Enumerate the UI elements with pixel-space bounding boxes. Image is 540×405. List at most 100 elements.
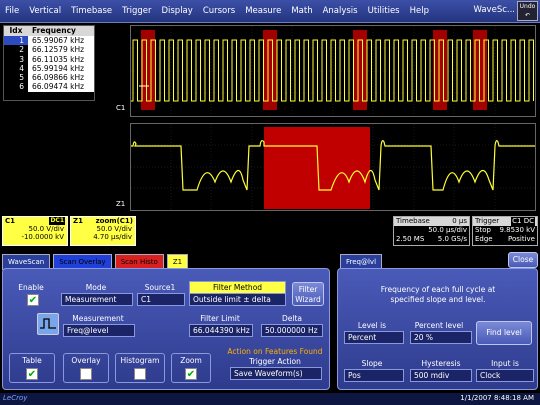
- percent-level-field[interactable]: 20 %: [410, 331, 472, 344]
- row-idx: 4: [4, 63, 28, 74]
- overlay-checkbox[interactable]: [80, 368, 92, 380]
- z1-tdiv: 4.70 µs/div: [93, 233, 132, 241]
- row-frequency: 66.09866 kHz: [28, 73, 94, 83]
- row-idx: 2: [4, 45, 28, 55]
- menu-math[interactable]: Math: [286, 6, 317, 16]
- undo-button[interactable]: Undo ↶: [517, 1, 538, 21]
- slope-field[interactable]: Pos: [344, 369, 404, 382]
- wavescan-panel: Enable ✔ Mode Measurement Source1 C1 Fil…: [2, 268, 330, 390]
- trigger-title: Trigger: [475, 217, 500, 225]
- row-frequency: 66.09474 kHz: [28, 82, 94, 92]
- table-row[interactable]: 4 65.99194 kHz: [4, 63, 94, 74]
- z1-waveform: [131, 124, 535, 210]
- header-frequency: Frequency: [32, 26, 76, 35]
- timebase-box[interactable]: Timebase 0 µs 50.0 µs/div 2.50 MS 5.0 GS/s: [393, 216, 470, 246]
- slope-label: Slope: [361, 359, 383, 368]
- z1-descriptor-box[interactable]: Z1 zoom(C1) 50.0 V/div 4.70 µs/div: [70, 216, 136, 246]
- measurement-label: Measurement: [72, 314, 124, 323]
- find-level-button[interactable]: Find level: [476, 321, 532, 345]
- app-mode-label[interactable]: WaveSc...: [473, 5, 515, 15]
- timebase-delay: 0 µs: [452, 217, 467, 225]
- z1-waveform-grid[interactable]: [130, 123, 536, 211]
- menu-bar: File Vertical Timebase Trigger Display C…: [0, 0, 540, 23]
- enable-label: Enable: [18, 283, 44, 292]
- trigger-type: Edge: [475, 235, 493, 243]
- highlight-region: [433, 30, 447, 110]
- timebase-sample-rate: 5.0 GS/s: [437, 235, 467, 243]
- input-is-field[interactable]: Clock: [476, 369, 534, 382]
- table-checkbox[interactable]: ✔: [26, 368, 38, 380]
- table-row[interactable]: 6 66.09474 kHz: [4, 82, 94, 92]
- filter-wizard-label: Wizard: [295, 295, 321, 304]
- overlay-toggle[interactable]: Overlay: [63, 353, 109, 383]
- enable-checkbox[interactable]: ✔: [27, 294, 39, 306]
- filter-wizard-button[interactable]: Filter Wizard: [292, 282, 324, 306]
- menu-trigger[interactable]: Trigger: [117, 6, 156, 16]
- level-is-label: Level is: [357, 321, 387, 330]
- menu-analysis[interactable]: Analysis: [318, 6, 363, 16]
- highlight-region: [141, 30, 155, 110]
- c1-descriptor-box[interactable]: C1 DC1 50.0 V/div -10.0000 kV: [2, 216, 68, 246]
- menu-measure[interactable]: Measure: [240, 6, 286, 16]
- status-bar: LeCroy 1/1/2007 8:48:18 AM: [0, 393, 540, 405]
- level-is-field[interactable]: Percent: [344, 331, 404, 344]
- tab-scan-histo[interactable]: Scan Histo: [114, 254, 164, 268]
- highlight-region: [353, 30, 367, 110]
- table-row[interactable]: 5 66.09866 kHz: [4, 73, 94, 83]
- menu-vertical[interactable]: Vertical: [24, 6, 66, 16]
- freq-level-panel: Frequency of each full cycle at specifie…: [337, 268, 538, 390]
- filter-wizard-label: Filter: [298, 285, 318, 294]
- row-frequency: 66.11035 kHz: [28, 54, 94, 64]
- filter-method-field[interactable]: Outside limit ± delta: [189, 293, 286, 306]
- hysteresis-field[interactable]: 500 mdiv: [410, 369, 472, 382]
- delta-field[interactable]: 50.000000 Hz: [261, 324, 323, 337]
- zoom-checkbox[interactable]: ✔: [185, 368, 197, 380]
- menu-cursors[interactable]: Cursors: [198, 6, 240, 16]
- action-found-label: Action on Features Found: [227, 347, 323, 356]
- table-toggle[interactable]: Table ✔: [9, 353, 55, 383]
- c1-box-title: C1: [5, 217, 16, 225]
- table-row[interactable]: 2 66.12579 kHz: [4, 45, 94, 55]
- menu-help[interactable]: Help: [405, 6, 434, 16]
- c1-waveform-grid[interactable]: [130, 25, 536, 117]
- histogram-toggle[interactable]: Histogram: [115, 353, 165, 383]
- description-line1: Frequency of each full cycle at: [380, 285, 496, 294]
- trigger-action-label: Trigger Action: [249, 357, 301, 366]
- mode-field[interactable]: Measurement: [61, 293, 133, 306]
- row-idx: 3: [4, 54, 28, 64]
- z1-trace-label[interactable]: Z1: [116, 200, 125, 208]
- frequency-table[interactable]: Idx Frequency 1 65.99067 kHz 2 66.12579 …: [3, 25, 95, 101]
- source1-field[interactable]: C1: [137, 293, 185, 306]
- z1-vdiv: 50.0 V/div: [96, 225, 133, 233]
- histogram-checkbox[interactable]: [134, 368, 146, 380]
- menu-timebase[interactable]: Timebase: [66, 6, 117, 16]
- timebase-title: Timebase: [396, 217, 430, 225]
- table-row[interactable]: 3 66.11035 kHz: [4, 54, 94, 64]
- input-is-label: Input is: [491, 359, 519, 368]
- measurement-field[interactable]: Freq@level: [63, 324, 135, 337]
- menu-file[interactable]: File: [0, 6, 24, 16]
- tab-scan-overlay[interactable]: Scan Overlay: [53, 254, 112, 268]
- c1-trace-label[interactable]: C1: [116, 104, 125, 112]
- row-frequency: 65.99194 kHz: [28, 63, 94, 74]
- trigger-slope: Positive: [508, 235, 535, 243]
- trigger-mode: Stop: [475, 226, 491, 234]
- table-toggle-label: Table: [22, 356, 42, 365]
- close-button[interactable]: Close: [508, 252, 538, 268]
- table-row[interactable]: 1 65.99067 kHz: [4, 36, 94, 46]
- menu-utilities[interactable]: Utilities: [363, 6, 405, 16]
- overlay-toggle-label: Overlay: [71, 356, 101, 365]
- measurement-icon[interactable]: [37, 313, 59, 335]
- trigger-box[interactable]: Trigger C1 DC Stop 9.8530 kV Edge Positive: [472, 216, 538, 246]
- filter-limit-field[interactable]: 66.044390 kHz: [189, 324, 253, 337]
- percent-level-label: Percent level: [414, 321, 464, 330]
- c1-offset: -10.0000 kV: [21, 233, 64, 241]
- row-frequency: 65.99067 kHz: [28, 36, 94, 46]
- tab-z1[interactable]: Z1: [166, 254, 189, 268]
- trigger-action-field[interactable]: Save Waveform(s): [230, 367, 322, 380]
- menu-display[interactable]: Display: [156, 6, 197, 16]
- timebase-samples: 2.50 MS: [396, 235, 425, 243]
- zoom-toggle[interactable]: Zoom ✔: [171, 353, 211, 383]
- undo-label: Undo: [519, 3, 536, 10]
- mode-label: Mode: [85, 283, 107, 292]
